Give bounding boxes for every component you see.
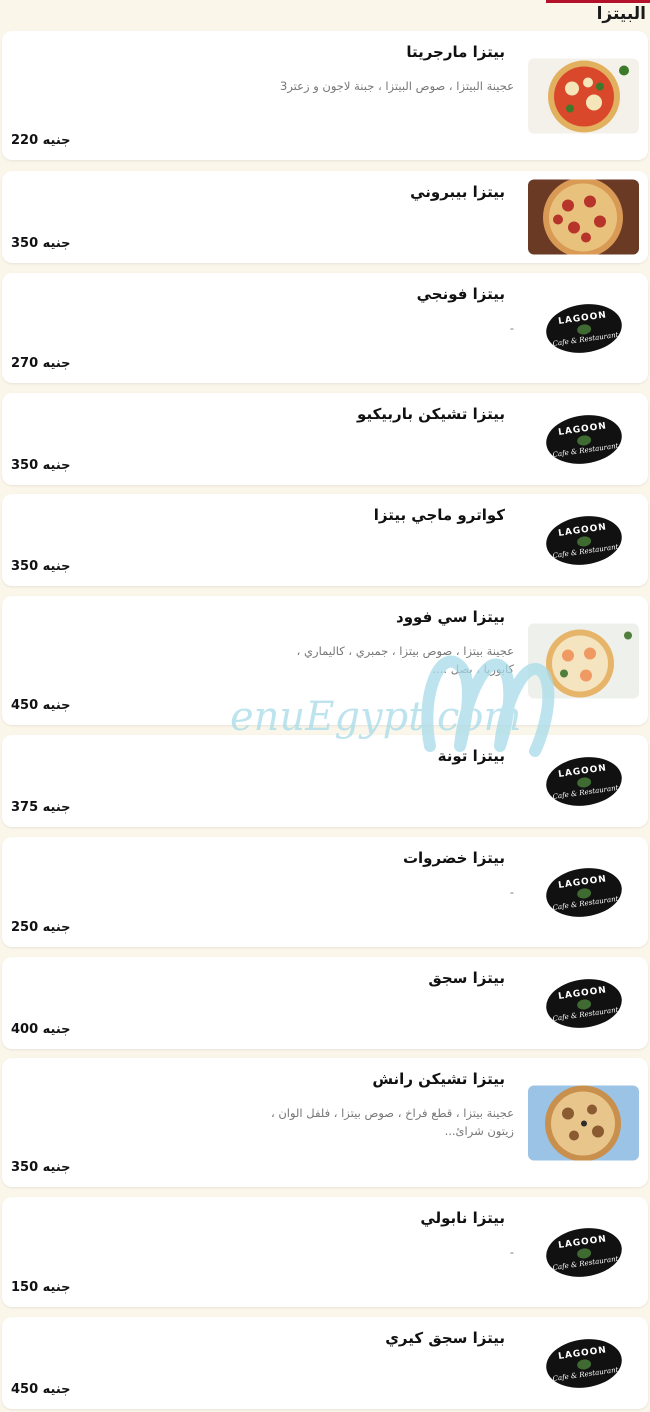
item-name: بيتزا تشيكن رانش — [372, 1070, 505, 1088]
menu-item-card[interactable]: بيتزا تشيكن رانش عجينة بيتزا ، قطع فراخ … — [2, 1058, 648, 1187]
menu-item-card[interactable]: بيتزا مارجريتا عجينة البيتزا ، صوص البيت… — [2, 31, 648, 160]
menu-item-card[interactable]: LAGOON Cafe & Restaurant بيتزا خضروات - 2… — [2, 837, 648, 947]
lagoon-logo: LAGOON Cafe & Restaurant — [542, 973, 625, 1033]
lagoon-logo: LAGOON Cafe & Restaurant — [542, 409, 625, 469]
item-image — [528, 179, 639, 255]
pepperoni-photo — [528, 179, 639, 255]
item-image: LAGOON Cafe & Restaurant — [528, 291, 639, 366]
item-name: بيتزا فونجي — [416, 285, 505, 303]
accent-bar — [546, 0, 650, 3]
item-image: LAGOON Cafe & Restaurant — [528, 744, 639, 819]
lagoon-logo: LAGOON Cafe & Restaurant — [542, 751, 625, 811]
menu-item-card[interactable]: LAGOON Cafe & Restaurant بيتزا نابولي - 1… — [2, 1197, 648, 1307]
item-name: كواترو ماجي بيتزا — [373, 506, 505, 524]
item-description: - — [509, 1245, 514, 1259]
item-image: LAGOON Cafe & Restaurant — [528, 1215, 639, 1290]
item-name: بيتزا نابولي — [420, 1209, 505, 1227]
item-price: 350 جنيه — [11, 1160, 71, 1175]
item-name: بيتزا تونة — [437, 747, 505, 765]
item-image: LAGOON Cafe & Restaurant — [528, 966, 639, 1041]
item-image — [528, 58, 639, 133]
seafood-photo — [528, 623, 639, 698]
item-image — [528, 623, 639, 698]
item-price: 350 جنيه — [11, 458, 71, 473]
lagoon-logo: LAGOON Cafe & Restaurant — [542, 1222, 625, 1282]
chicken-ranch-photo — [528, 1085, 639, 1160]
item-description: عجينة البيتزا ، صوص البيتزا ، جبنة لاجون… — [279, 79, 514, 93]
menu-item-card[interactable]: LAGOON Cafe & Restaurant بيتزا سجق كيري 4… — [2, 1317, 648, 1409]
item-description: عجينة بيتزا ، قطع فراخ ، صوص بيتزا ، فلف… — [270, 1106, 514, 1138]
item-price: 450 جنيه — [11, 1382, 71, 1397]
menu-item-card[interactable]: LAGOON Cafe & Restaurant بيتزا تشيكن بارب… — [2, 393, 648, 485]
item-price: 400 جنيه — [11, 1022, 71, 1037]
menu-item-card[interactable]: LAGOON Cafe & Restaurant بيتزا تونة 375 ج… — [2, 735, 648, 827]
item-name: بيتزا مارجريتا — [406, 43, 505, 61]
menu-item-card[interactable]: LAGOON Cafe & Restaurant كواترو ماجي بيتز… — [2, 494, 648, 586]
lagoon-logo: LAGOON Cafe & Restaurant — [542, 510, 625, 570]
item-price: 450 جنيه — [11, 698, 71, 713]
item-name: بيتزا سي فوود — [396, 608, 505, 626]
lagoon-logo: LAGOON Cafe & Restaurant — [542, 298, 625, 358]
item-price: 250 جنيه — [11, 920, 71, 935]
lagoon-logo: LAGOON Cafe & Restaurant — [542, 862, 625, 922]
margherita-photo — [528, 58, 639, 133]
section-title: البيتزا — [596, 4, 646, 24]
item-price: 270 جنيه — [11, 356, 71, 371]
item-description: - — [509, 885, 514, 899]
item-price: 375 جنيه — [11, 800, 71, 815]
menu-item-card[interactable]: بيتزا سي فوود عجينة بيتزا ، صوص بيتزا ، … — [2, 596, 648, 725]
item-image: LAGOON Cafe & Restaurant — [528, 1326, 639, 1401]
menu-item-card[interactable]: بيتزا بيبروني 350 جنيه — [2, 171, 648, 263]
lagoon-logo: LAGOON Cafe & Restaurant — [542, 1333, 625, 1393]
item-image: LAGOON Cafe & Restaurant — [528, 503, 639, 578]
item-name: بيتزا تشيكن باربيكيو — [357, 405, 505, 423]
item-name: بيتزا خضروات — [402, 849, 505, 867]
item-image: LAGOON Cafe & Restaurant — [528, 402, 639, 477]
item-description: - — [509, 321, 514, 335]
item-price: 350 جنيه — [11, 236, 71, 251]
item-description: عجينة بيتزا ، صوص بيتزا ، جمبري ، كاليما… — [296, 644, 514, 676]
menu-item-card[interactable]: LAGOON Cafe & Restaurant بيتزا فونجي - 27… — [2, 273, 648, 383]
item-name: بيتزا سجق — [428, 969, 505, 987]
menu-item-card[interactable]: LAGOON Cafe & Restaurant بيتزا سجق 400 جن… — [2, 957, 648, 1049]
item-price: 150 جنيه — [11, 1280, 71, 1295]
item-image: LAGOON Cafe & Restaurant — [528, 855, 639, 930]
item-name: بيتزا بيبروني — [410, 183, 505, 201]
item-image — [528, 1085, 639, 1160]
item-price: 350 جنيه — [11, 559, 71, 574]
item-name: بيتزا سجق كيري — [385, 1329, 505, 1347]
item-price: 220 جنيه — [11, 133, 71, 148]
